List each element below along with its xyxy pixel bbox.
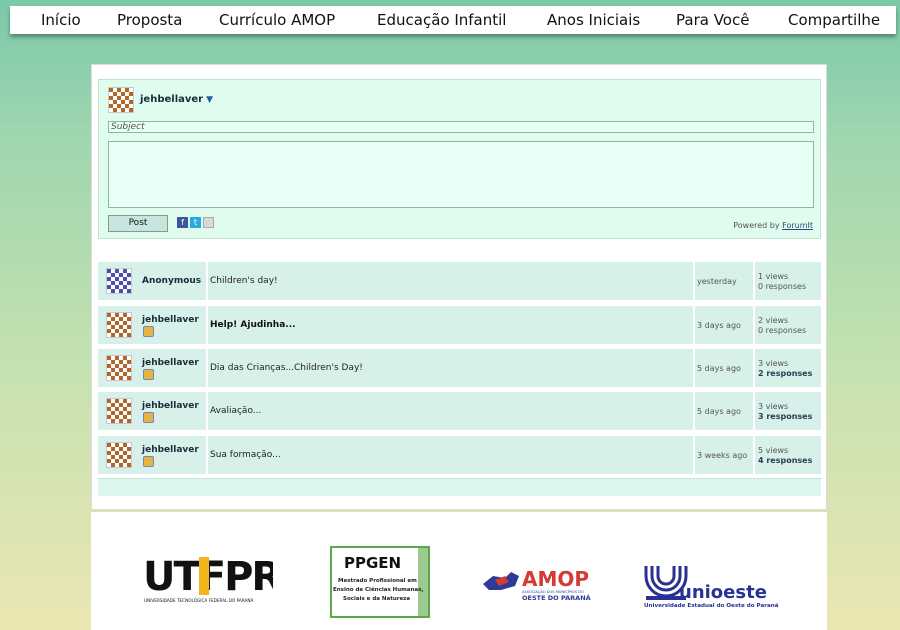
table-row[interactable]: jehbellaver Help! Ajudinha... 3 days ago…: [98, 306, 821, 344]
thread-views: 3 views: [758, 402, 789, 411]
thread-date: yesterday: [697, 277, 737, 286]
date-cell: 5 days ago: [695, 349, 753, 387]
top-navigation: Início Proposta Currículo AMOP Educação …: [10, 6, 896, 34]
author-cell: jehbellaver: [98, 436, 206, 474]
forum-card: jehbellaver ▼ Subject Post f t Powered by…: [91, 64, 827, 510]
message-textarea[interactable]: [108, 141, 814, 208]
date-cell: 3 days ago: [695, 306, 753, 344]
table-row[interactable]: jehbellaver Dia das Crianças...Children'…: [98, 349, 821, 387]
unioeste-caption: Universidade Estadual do Oeste do Paraná: [644, 602, 779, 609]
utfpr-logo[interactable]: UTFPR UNIVERSIDADE TECNOLÓGICA FEDERAL D…: [143, 552, 283, 604]
avatar: [106, 442, 132, 468]
nav-proposta[interactable]: Proposta: [117, 6, 182, 34]
avatar: [106, 355, 132, 381]
ppgen-line-2: Ensino de Ciências Humanas,: [333, 586, 424, 593]
author-cell: jehbellaver: [98, 349, 206, 387]
user-badge-icon: [143, 412, 154, 423]
thread-subject[interactable]: Avaliação...: [210, 406, 261, 416]
amop-mark: AMOP: [522, 567, 589, 591]
thread-author: jehbellaver: [142, 358, 199, 368]
thread-subject[interactable]: Dia das Crianças...Children's Day!: [210, 363, 363, 373]
stats-cell: 5 views 4 responses: [755, 436, 821, 474]
stats-cell: 1 views 0 responses: [755, 262, 821, 300]
post-button[interactable]: Post: [108, 215, 168, 232]
user-badge-icon: [143, 456, 154, 467]
date-cell: yesterday: [695, 262, 753, 300]
thread-responses[interactable]: 4 responses: [758, 456, 812, 465]
composer-user[interactable]: jehbellaver ▼: [140, 94, 213, 105]
thread-subject[interactable]: Children's day!: [210, 276, 278, 286]
twitter-icon[interactable]: t: [190, 217, 201, 228]
thread-author: jehbellaver: [142, 445, 199, 455]
avatar: [106, 312, 132, 338]
avatar: [106, 268, 132, 294]
powered-by-text: Powered by: [733, 221, 780, 230]
facebook-icon[interactable]: f: [177, 217, 188, 228]
thread-date: 5 days ago: [697, 364, 741, 373]
ppgen-line-3: Sociais e da Natureza: [343, 596, 410, 602]
avatar: [106, 398, 132, 424]
subject-cell: Help! Ajudinha...: [208, 306, 693, 344]
thread-author: Anonymous: [142, 276, 202, 286]
nav-inicio[interactable]: Início: [41, 6, 81, 34]
thread-author: jehbellaver: [142, 315, 199, 325]
ppgen-title: PPGEN: [344, 554, 401, 572]
thread-responses[interactable]: 3 responses: [758, 412, 812, 421]
nav-para-voce[interactable]: Para Você: [676, 6, 749, 34]
thread-views: 1 views: [758, 272, 789, 281]
thread-date: 5 days ago: [697, 407, 741, 416]
nav-educacao-infantil[interactable]: Educação Infantil: [377, 6, 506, 34]
table-row[interactable]: Anonymous Children's day! yesterday 1 vi…: [98, 262, 821, 300]
amop-line-2: OESTE DO PARANÁ: [522, 593, 591, 602]
stats-cell: 3 views 2 responses: [755, 349, 821, 387]
forumit-link[interactable]: ForumIt: [782, 221, 813, 230]
subject-input[interactable]: Subject: [108, 121, 814, 133]
user-badge-icon: [143, 369, 154, 380]
thread-views: 5 views: [758, 446, 789, 455]
subject-cell: Children's day!: [208, 262, 693, 300]
unioeste-mark: unioeste: [679, 582, 767, 603]
author-cell: jehbellaver: [98, 392, 206, 430]
nav-anos-iniciais[interactable]: Anos Iniciais: [547, 6, 640, 34]
thread-date: 3 weeks ago: [697, 451, 748, 460]
stats-cell: 2 views 0 responses: [755, 306, 821, 344]
subject-cell: Sua formação...: [208, 436, 693, 474]
thread-responses[interactable]: 2 responses: [758, 369, 812, 378]
post-composer: jehbellaver ▼ Subject Post f t Powered by…: [98, 79, 821, 239]
thread-views: 3 views: [758, 359, 789, 368]
thread-responses: 0 responses: [758, 282, 807, 291]
user-badge-icon: [143, 326, 154, 337]
date-cell: 5 days ago: [695, 392, 753, 430]
powered-by: Powered by ForumIt: [733, 221, 813, 230]
ppgen-logo[interactable]: PPGEN Mestrado Profissional em Ensino de…: [330, 546, 430, 618]
unioeste-logo[interactable]: unioeste Universidade Estadual do Oeste …: [644, 562, 779, 610]
ppgen-line-1: Mestrado Profissional em: [338, 578, 417, 584]
thread-responses: 0 responses: [758, 326, 807, 335]
author-cell: Anonymous: [98, 262, 206, 300]
email-icon[interactable]: [203, 217, 214, 228]
author-cell: jehbellaver: [98, 306, 206, 344]
subject-cell: Avaliação...: [208, 392, 693, 430]
thread-views: 2 views: [758, 316, 789, 325]
avatar: [108, 87, 134, 113]
composer-username: jehbellaver: [140, 94, 204, 105]
date-cell: 3 weeks ago: [695, 436, 753, 474]
partner-logos: UTFPR UNIVERSIDADE TECNOLÓGICA FEDERAL D…: [91, 512, 827, 630]
list-footer: [98, 478, 821, 496]
utfpr-caption: UNIVERSIDADE TECNOLÓGICA FEDERAL DO PARA…: [144, 598, 254, 603]
amop-logo[interactable]: AMOP ASSOCIAÇÃO DOS MUNICÍPIOS DO OESTE …: [481, 562, 601, 602]
stats-cell: 3 views 3 responses: [755, 392, 821, 430]
nav-compartilhe[interactable]: Compartilhe: [788, 6, 880, 34]
table-row[interactable]: jehbellaver Sua formação... 3 weeks ago …: [98, 436, 821, 474]
nav-curriculo-amop[interactable]: Currículo AMOP: [219, 6, 335, 34]
table-row[interactable]: jehbellaver Avaliação... 5 days ago 3 vi…: [98, 392, 821, 430]
chevron-down-icon[interactable]: ▼: [206, 95, 213, 105]
thread-subject[interactable]: Help! Ajudinha...: [210, 320, 296, 330]
thread-date: 3 days ago: [697, 321, 741, 330]
subject-cell: Dia das Crianças...Children's Day!: [208, 349, 693, 387]
thread-author: jehbellaver: [142, 401, 199, 411]
thread-subject[interactable]: Sua formação...: [210, 450, 281, 460]
